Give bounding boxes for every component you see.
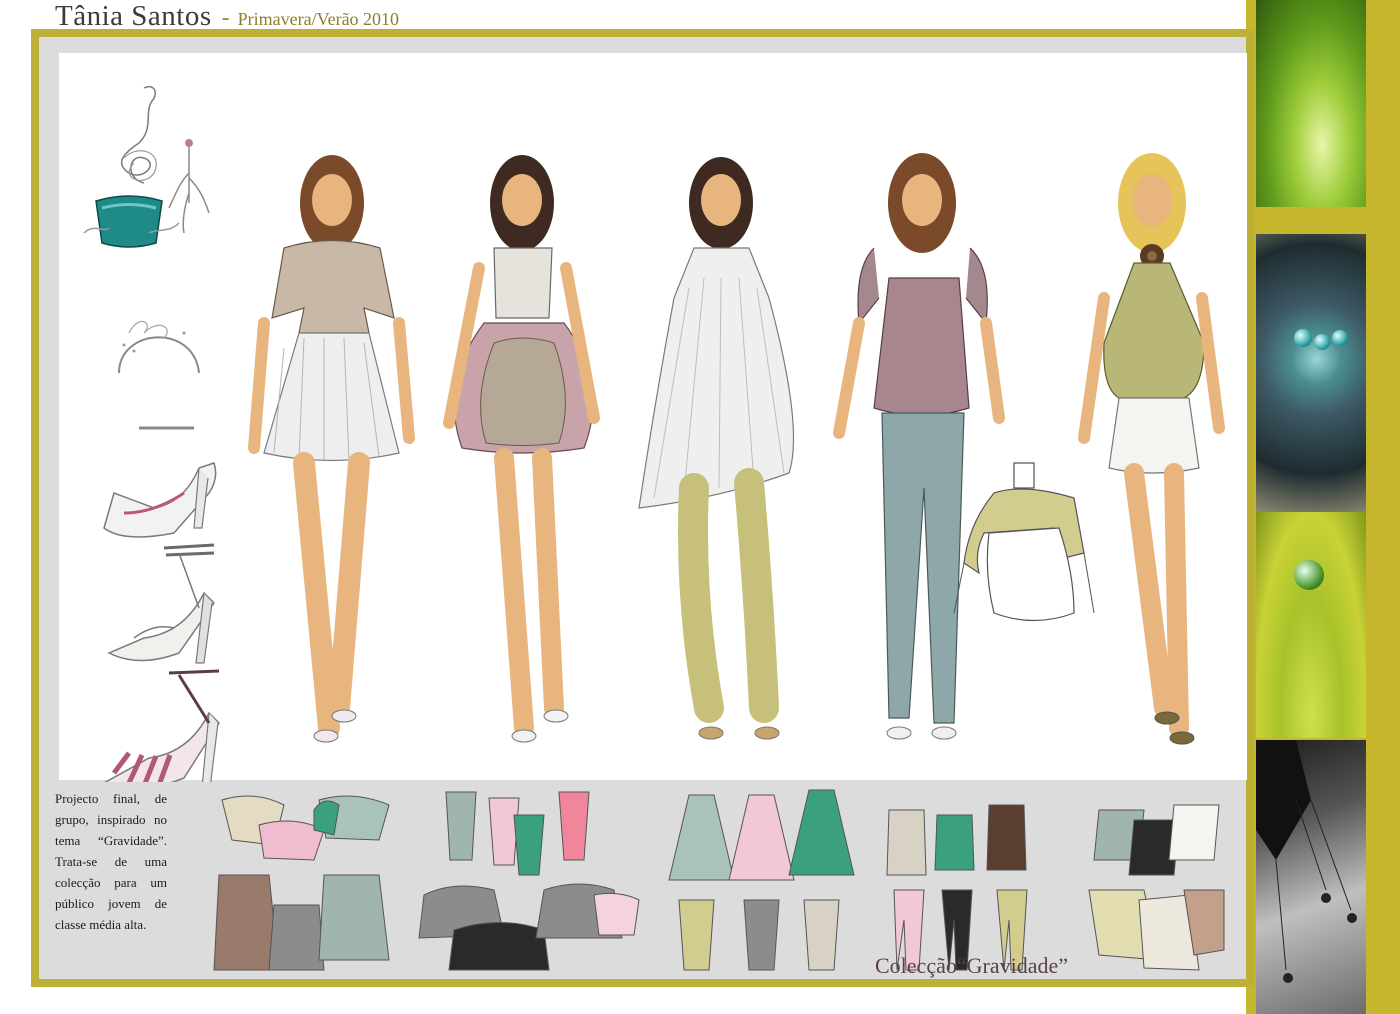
water-drop-photo [1256, 512, 1366, 738]
look-1-pleated-dress [248, 155, 415, 743]
mood-photo-strip [1246, 0, 1400, 1014]
flats-row [213, 789, 1225, 971]
board-frame: Colecção“Gravidade” [31, 29, 1254, 987]
halter-tops-and-skirts [1088, 804, 1225, 971]
project-description: Projecto final, de grupo, inspirado no t… [55, 791, 167, 932]
bodices-and-puff-skirts [418, 791, 640, 971]
look-2-bubble-dress [443, 155, 600, 743]
accessories-column [83, 86, 220, 791]
jackets-and-skirts [213, 795, 390, 971]
page-header: Tânia Santos - Primavera/Verão 2010 [55, 0, 399, 32]
tops-and-trousers [886, 804, 1028, 971]
strappy-sandal-icon [107, 543, 215, 664]
illustration-canvas [59, 53, 1247, 791]
look-4-top-and-jeans [833, 153, 1005, 740]
look-3-pleated-tunic [638, 157, 795, 740]
season-label: Primavera/Verão 2010 [237, 9, 400, 29]
spiral-earring-icon [120, 86, 157, 184]
technical-flats-strip [49, 782, 1245, 979]
feather-earring-icon [168, 139, 210, 234]
long-tunics-and-pants [668, 789, 855, 971]
swing-silhouettes-icon [1256, 740, 1357, 983]
white-pink-shoe-icon [103, 426, 217, 538]
swing-ride-photo [1256, 740, 1366, 1014]
striped-heel-icon [102, 669, 220, 791]
dandelion-droplets-photo [1256, 234, 1366, 512]
title-separator: - [221, 5, 230, 31]
collection-title: Colecção“Gravidade” [875, 953, 1068, 978]
headband-icon [118, 320, 200, 374]
green-leaf-photo [1256, 0, 1366, 207]
look-5-halter-top [1078, 153, 1225, 745]
teal-ring-icon [83, 195, 180, 248]
